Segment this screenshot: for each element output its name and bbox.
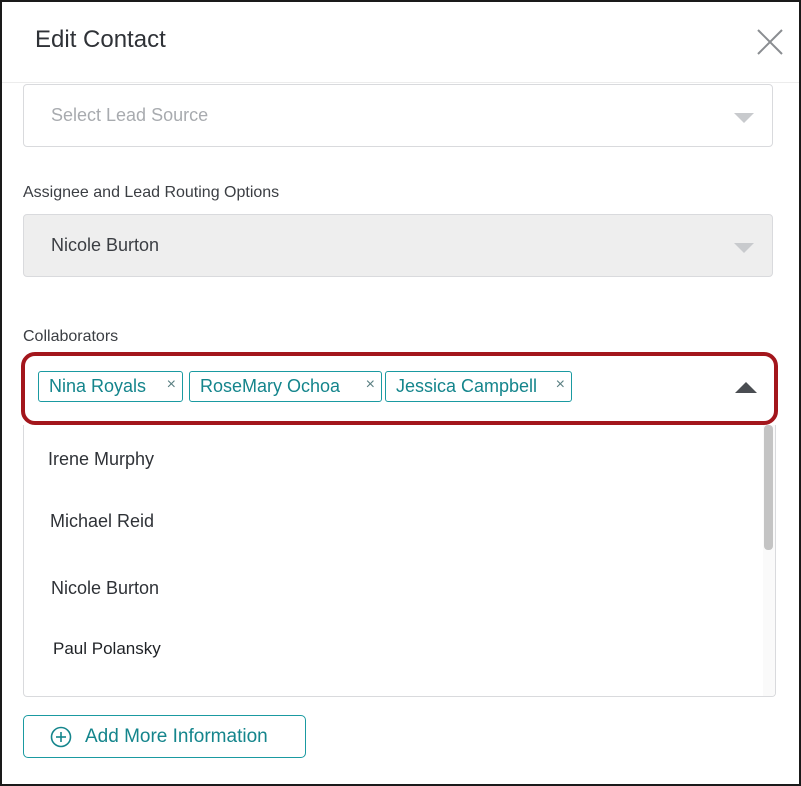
- lead-source-select[interactable]: Select Lead Source: [23, 84, 773, 147]
- option-label: Nicole Burton: [51, 578, 160, 598]
- dropdown-scrollbar[interactable]: [763, 425, 775, 696]
- collaborators-dropdown: Irene Murphy Michael Reid Nicole Burton …: [23, 425, 776, 697]
- dropdown-option[interactable]: Nicole Burton: [24, 564, 759, 614]
- chevron-down-icon: [734, 243, 754, 253]
- collaborator-tag: Nina Royals ×: [38, 371, 183, 402]
- collaborators-label: Collaborators: [23, 328, 119, 345]
- remove-tag-icon[interactable]: ×: [167, 376, 176, 394]
- edit-contact-dialog: Edit Contact Select Lead Source Assignee…: [0, 0, 801, 786]
- add-more-information-label: Add More Information: [85, 726, 268, 747]
- dropdown-option[interactable]: Michael Reid: [24, 497, 759, 547]
- collaborator-tag-label: Nina Royals: [49, 376, 147, 396]
- option-label: Paul Polansky: [53, 639, 161, 658]
- dialog-header: Edit Contact: [2, 2, 799, 83]
- scrollbar-thumb[interactable]: [764, 425, 773, 550]
- dialog-title: Edit Contact: [35, 26, 166, 53]
- assignee-select[interactable]: Nicole Burton: [23, 214, 773, 277]
- remove-tag-icon[interactable]: ×: [366, 376, 375, 394]
- chevron-down-icon: [734, 113, 754, 123]
- collaborator-tag: RoseMary Ochoa ×: [189, 371, 382, 402]
- add-more-information-button[interactable]: Add More Information: [23, 715, 306, 758]
- lead-source-placeholder: Select Lead Source: [51, 105, 209, 125]
- dropdown-option[interactable]: Irene Murphy: [24, 435, 759, 485]
- remove-tag-icon[interactable]: ×: [556, 376, 565, 394]
- assignee-value: Nicole Burton: [51, 235, 160, 255]
- chevron-up-icon[interactable]: [735, 382, 757, 393]
- assignee-label: Assignee and Lead Routing Options: [23, 184, 280, 201]
- close-icon[interactable]: [754, 26, 788, 60]
- plus-circle-icon: [50, 726, 72, 748]
- option-label: Irene Murphy: [48, 449, 155, 469]
- collaborator-tag-label: Jessica Campbell: [396, 376, 538, 396]
- collaborators-multiselect[interactable]: Nina Royals × RoseMary Ochoa × Jessica C…: [21, 352, 778, 425]
- dropdown-option[interactable]: Paul Polansky: [24, 625, 759, 675]
- option-label: Michael Reid: [50, 511, 155, 531]
- collaborator-tag-label: RoseMary Ochoa: [200, 376, 341, 396]
- collaborator-tag: Jessica Campbell ×: [385, 371, 572, 402]
